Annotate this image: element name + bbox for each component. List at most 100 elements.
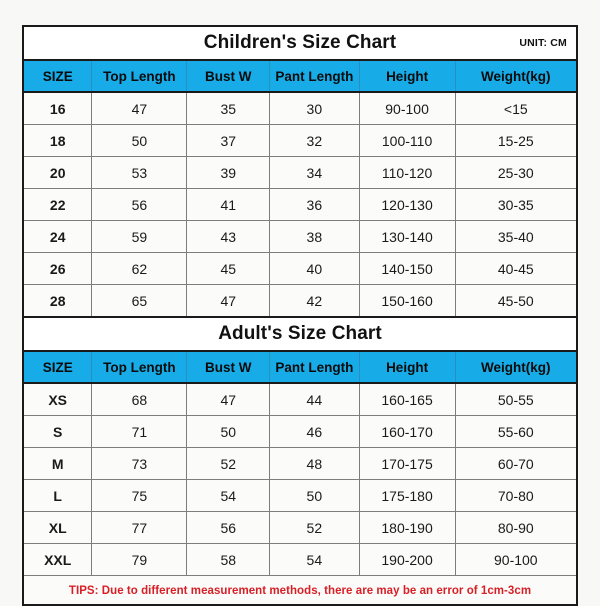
cell-bust-w: 47	[186, 383, 271, 416]
cell-height: 100-110	[359, 124, 456, 157]
size-chart-page: Children's Size Chart UNIT: CM SIZE Top …	[0, 0, 600, 606]
adult-size-chart-block: Adult's Size Chart SIZE Top Length Bust …	[24, 316, 576, 606]
cell-height: 120-130	[359, 188, 456, 221]
children-title-cell: Children's Size Chart UNIT: CM	[24, 27, 576, 61]
cell-pant-length: 44	[269, 383, 360, 416]
cell-weight: 80-90	[455, 511, 576, 544]
table-row: 28 65 47 42 150-160 45-50	[24, 284, 576, 316]
table-row: 16 47 35 30 90-100 <15	[24, 92, 576, 125]
unit-label: UNIT: CM	[519, 37, 567, 49]
cell-top-length: 62	[91, 252, 188, 285]
adult-header-row: SIZE Top Length Bust W Pant Length Heigh…	[24, 351, 576, 384]
cell-bust-w: 52	[186, 447, 271, 480]
cell-height: 140-150	[359, 252, 456, 285]
cell-top-length: 75	[91, 479, 188, 512]
cell-pant-length: 40	[269, 252, 360, 285]
cell-bust-w: 50	[186, 415, 271, 448]
children-header-top-length: Top Length	[91, 60, 188, 93]
cell-size: M	[24, 447, 93, 480]
cell-bust-w: 35	[186, 92, 271, 125]
cell-weight: 70-80	[455, 479, 576, 512]
cell-bust-w: 56	[186, 511, 271, 544]
adult-title-cell: Adult's Size Chart	[24, 316, 576, 352]
cell-top-length: 65	[91, 284, 188, 316]
cell-bust-w: 47	[186, 284, 271, 316]
cell-height: 130-140	[359, 220, 456, 253]
adult-header-pant-length: Pant Length	[269, 351, 360, 384]
cell-top-length: 50	[91, 124, 188, 157]
cell-top-length: 71	[91, 415, 188, 448]
children-header-size: SIZE	[24, 60, 93, 93]
adult-chart-title: Adult's Size Chart	[218, 323, 382, 344]
cell-bust-w: 45	[186, 252, 271, 285]
children-header-weight: Weight(kg)	[455, 60, 576, 93]
children-title-row: Children's Size Chart UNIT: CM	[24, 27, 576, 61]
cell-bust-w: 54	[186, 479, 271, 512]
cell-top-length: 68	[91, 383, 188, 416]
children-header-row: SIZE Top Length Bust W Pant Length Heigh…	[24, 60, 576, 93]
cell-size: XS	[24, 383, 93, 416]
children-size-chart-block: Children's Size Chart UNIT: CM SIZE Top …	[24, 27, 576, 316]
cell-weight: 15-25	[455, 124, 576, 157]
cell-size: 28	[24, 284, 93, 316]
size-chart-stack: Children's Size Chart UNIT: CM SIZE Top …	[22, 25, 578, 606]
cell-bust-w: 37	[186, 124, 271, 157]
cell-size: 24	[24, 220, 93, 253]
cell-height: 190-200	[359, 543, 456, 576]
cell-height: 150-160	[359, 284, 456, 316]
table-row: XXL 79 58 54 190-200 90-100	[24, 543, 576, 576]
adult-title-row: Adult's Size Chart	[24, 316, 576, 352]
cell-pant-length: 38	[269, 220, 360, 253]
adult-header-weight: Weight(kg)	[455, 351, 576, 384]
adult-size-table: Adult's Size Chart SIZE Top Length Bust …	[24, 316, 576, 604]
cell-weight: 40-45	[455, 252, 576, 285]
cell-size: S	[24, 415, 93, 448]
cell-height: 110-120	[359, 156, 456, 189]
children-header-bust-w: Bust W	[186, 60, 271, 93]
cell-height: 170-175	[359, 447, 456, 480]
cell-size: 18	[24, 124, 93, 157]
cell-pant-length: 52	[269, 511, 360, 544]
cell-top-length: 53	[91, 156, 188, 189]
cell-pant-length: 46	[269, 415, 360, 448]
cell-top-length: 77	[91, 511, 188, 544]
cell-bust-w: 41	[186, 188, 271, 221]
children-chart-title: Children's Size Chart	[203, 32, 397, 53]
cell-weight: 60-70	[455, 447, 576, 480]
cell-pant-length: 48	[269, 447, 360, 480]
table-row: 22 56 41 36 120-130 30-35	[24, 188, 576, 221]
tips-note: TIPS: Due to different measurement metho…	[68, 585, 532, 597]
cell-height: 175-180	[359, 479, 456, 512]
cell-pant-length: 42	[269, 284, 360, 316]
cell-pant-length: 36	[269, 188, 360, 221]
cell-size: 20	[24, 156, 93, 189]
cell-size: 16	[24, 92, 93, 125]
table-row: XS 68 47 44 160-165 50-55	[24, 383, 576, 416]
cell-pant-length: 54	[269, 543, 360, 576]
children-header-pant-length: Pant Length	[269, 60, 360, 93]
adult-header-size: SIZE	[24, 351, 93, 384]
cell-height: 160-165	[359, 383, 456, 416]
cell-top-length: 73	[91, 447, 188, 480]
cell-height: 180-190	[359, 511, 456, 544]
cell-size: XXL	[24, 543, 93, 576]
cell-pant-length: 50	[269, 479, 360, 512]
adult-header-bust-w: Bust W	[186, 351, 271, 384]
cell-top-length: 56	[91, 188, 188, 221]
adult-header-top-length: Top Length	[91, 351, 188, 384]
cell-size: 22	[24, 188, 93, 221]
cell-top-length: 79	[91, 543, 188, 576]
table-row: 20 53 39 34 110-120 25-30	[24, 156, 576, 189]
cell-height: 160-170	[359, 415, 456, 448]
cell-height: 90-100	[359, 92, 456, 125]
children-header-height: Height	[359, 60, 456, 93]
adult-header-height: Height	[359, 351, 456, 384]
table-row: 24 59 43 38 130-140 35-40	[24, 220, 576, 253]
cell-bust-w: 58	[186, 543, 271, 576]
cell-size: XL	[24, 511, 93, 544]
cell-bust-w: 43	[186, 220, 271, 253]
cell-size: L	[24, 479, 93, 512]
table-row: L 75 54 50 175-180 70-80	[24, 479, 576, 512]
cell-weight: <15	[455, 92, 576, 125]
cell-weight: 35-40	[455, 220, 576, 253]
